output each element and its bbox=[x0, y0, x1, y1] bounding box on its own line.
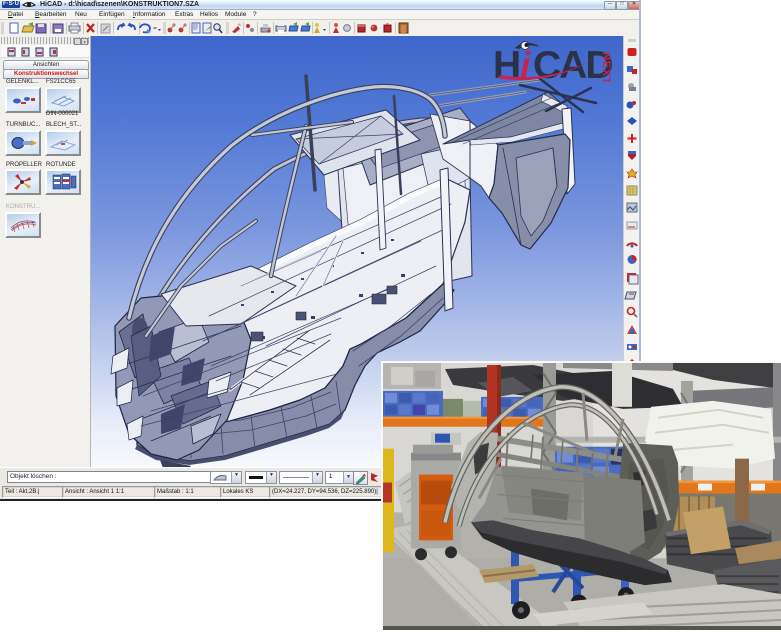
svg-text:NEXT: NEXT bbox=[600, 52, 612, 82]
svg-text:i: i bbox=[520, 45, 531, 82]
